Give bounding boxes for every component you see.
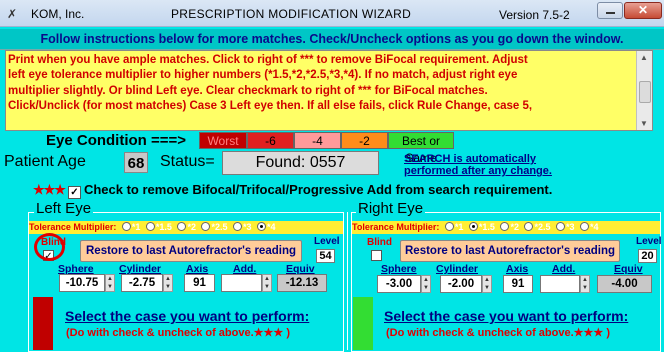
left-tol-option[interactable]: *1.5 [145,222,172,232]
bifocal-stars: ★★★ [33,182,66,197]
left-tol-option[interactable]: *1 [121,222,140,232]
right-sphere-field[interactable]: -3.00 [377,275,421,293]
right-equiv-header: Equiv [614,263,643,275]
right-restore-button[interactable]: Restore to last Autorefractor's reading [400,240,620,262]
right-axis-field[interactable]: 91 [503,275,533,293]
right-sphere-header: Sphere [381,263,417,275]
condition-minus-6: -6 [247,132,294,149]
right-axis-header: Axis [506,263,529,275]
left-tol-option[interactable]: *3 [233,222,252,232]
right-add-field[interactable] [540,275,580,293]
right-tol-option-selected[interactable]: *1.5 [468,222,495,232]
bifocal-row: ★★★ ✓ Check to remove Bifocal/Trifocal/Pro… [33,182,552,199]
right-select-case-label: Select the case you want to perform: [384,308,629,324]
right-blind-label: Blind [367,237,392,248]
right-tolerance-strip: Tolerance Multiplier: *1 *1.5 *2 *2.5 *3… [352,221,660,234]
left-add-field[interactable] [221,274,262,292]
bifocal-checkbox[interactable]: ✓ [67,186,81,199]
right-level-value: 20 [638,249,657,263]
left-tol-option[interactable]: *2.5 [201,222,227,232]
left-sphere-spinner[interactable]: ▲ ▼ [105,274,115,292]
left-restore-button[interactable]: Restore to last Autorefractor's reading [80,240,302,262]
left-eye-title: Left Eye [34,200,94,217]
left-level-value: 54 [316,249,335,263]
left-level-label: Level [314,236,340,247]
right-tol-option[interactable]: *2.5 [524,222,550,232]
left-axis-field[interactable]: 91 [184,274,215,292]
instructions-banner: Follow instructions below for more match… [0,29,664,50]
scroll-down-arrow-icon[interactable]: ▼ [640,119,648,128]
app-icon: ✗ [7,7,18,21]
right-eye-condition-bar [353,297,373,350]
left-tol-option-selected[interactable]: *4 [257,222,276,232]
condition-worst: Worst [199,132,247,149]
condition-minus-4: -4 [294,132,341,149]
message-text: Print when you have ample matches. Click… [8,54,533,113]
left-select-case-label: Select the case you want to perform: [65,308,310,324]
eye-divider [347,212,348,350]
close-button[interactable]: ✕ [624,2,662,19]
right-sphere-spinner[interactable]: ▲ ▼ [421,275,431,293]
search-note: SEARCH is automatically performed after … [404,153,552,177]
left-cylinder-field[interactable]: -2.75 [121,274,163,292]
right-select-note: (Do with check & uncheck of above.★★★ ) [386,327,610,339]
left-equiv-field: -12.13 [277,274,327,292]
message-scrollbar[interactable]: ▲ ▼ [636,51,652,130]
title-bar: ✗ KOM, Inc. PRESCRIPTION MODIFICATION WI… [0,0,664,27]
right-tol-option[interactable]: *1 [444,222,463,232]
right-eye-title: Right Eye [356,200,426,217]
left-tol-option[interactable]: *2 [177,222,196,232]
minimize-button[interactable] [597,2,623,19]
right-equiv-field: -4.00 [597,275,652,293]
version-label: Version 7.5-2 [499,8,570,22]
left-eye-condition-bar [33,297,53,350]
left-sphere-field[interactable]: -10.75 [59,274,105,292]
eye-condition-label: Eye Condition ===> [46,132,187,149]
condition-best: Best or Same [388,132,454,165]
right-add-spinner[interactable]: ▲ ▼ [580,275,590,293]
left-tolerance-strip: Tolerance Multiplier: *1 *1.5 *2 *2.5 *3… [29,221,343,234]
status-value: Found: 0557 [222,151,379,175]
scroll-thumb[interactable] [639,81,651,103]
condition-minus-2: -2 [341,132,388,149]
highlight-circle [34,233,65,261]
patient-age-value: 68 [124,152,148,173]
status-label: Status= [160,153,215,170]
right-tol-option[interactable]: *2 [500,222,519,232]
scroll-up-arrow-icon[interactable]: ▲ [640,53,648,62]
right-blind-checkbox[interactable] [371,250,382,261]
left-cylinder-spinner[interactable]: ▲ ▼ [163,274,173,292]
right-cylinder-header: Cylinder [436,263,479,275]
bifocal-label: Check to remove Bifocal/Trifocal/Progres… [83,182,553,197]
app-name: KOM, Inc. [31,7,85,21]
left-select-note: (Do with check & uncheck of above.★★★ ) [66,327,290,339]
right-level-label: Level [636,236,662,247]
left-add-spinner[interactable]: ▲ ▼ [262,274,272,292]
left-tolerance-label: Tolerance Multiplier: [29,222,117,232]
window-title: PRESCRIPTION MODIFICATION WIZARD [171,7,412,21]
right-tol-option[interactable]: *3 [556,222,575,232]
right-tol-option[interactable]: *4 [580,222,599,232]
message-box[interactable]: Print when you have ample matches. Click… [5,50,653,131]
right-tolerance-label: Tolerance Multiplier: [352,222,440,232]
right-cylinder-spinner[interactable]: ▲ ▼ [482,275,492,293]
patient-age-label: Patient Age [4,153,86,170]
right-cylinder-field[interactable]: -2.00 [440,275,482,293]
right-add-header: Add. [552,263,576,275]
